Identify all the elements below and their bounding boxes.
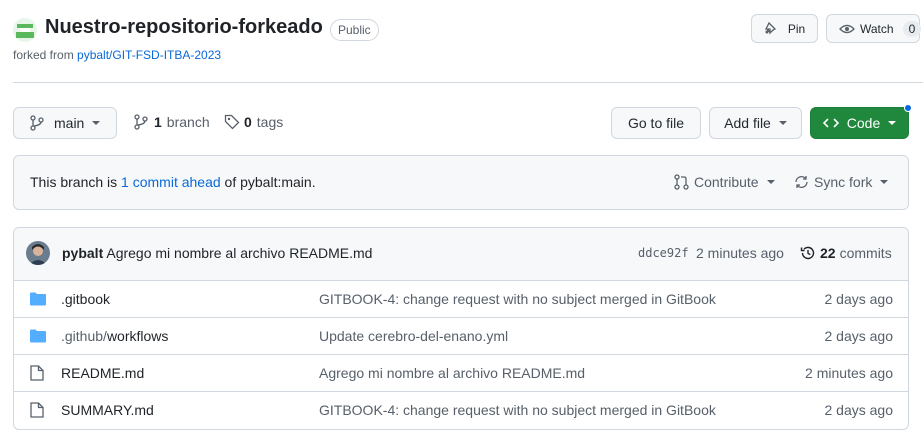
tags-link[interactable]: 0 tags [224, 114, 283, 130]
file-commit-message[interactable]: Update cerebro-del-enano.yml [319, 328, 508, 344]
file-icon [30, 365, 44, 381]
file-name-link[interactable]: .gitbook [61, 291, 110, 307]
pin-icon [764, 21, 780, 37]
eye-icon [839, 21, 855, 37]
forked-from-link[interactable]: pybalt/GIT-FSD-ITBA-2023 [77, 48, 221, 62]
visibility-badge: Public [330, 19, 379, 41]
watch-button[interactable]: Watch 0 [826, 14, 922, 43]
pin-label: Pin [787, 21, 806, 36]
add-file-label: Add file [724, 115, 771, 131]
git-branch-icon [134, 114, 148, 130]
forked-from-line: forked from pybalt/GIT-FSD-ITBA-2023 [13, 48, 221, 62]
file-age: 2 minutes ago [805, 365, 893, 381]
sync-fork-label: Sync fork [814, 174, 873, 190]
pin-button[interactable]: Pin [751, 14, 818, 43]
file-age: 2 days ago [824, 402, 894, 418]
file-commit-message[interactable]: GITBOOK-4: change request with no subjec… [319, 402, 716, 418]
file-row[interactable]: SUMMARY.md GITBOOK-4: change request wit… [13, 391, 909, 428]
chevron-down-icon [880, 180, 889, 184]
file-row[interactable]: .gitbook GITBOOK-4: change request with … [13, 280, 909, 317]
forked-from-label: forked from [13, 48, 74, 62]
file-row[interactable]: README.md Agrego mi nombre al archivo RE… [13, 354, 909, 391]
file-age: 2 days ago [824, 291, 894, 307]
file-name-leaf: workflows [106, 328, 169, 344]
git-pull-request-icon [674, 174, 689, 190]
file-age: 2 days ago [824, 328, 894, 344]
folder-icon [30, 329, 46, 343]
commit-time: 2 minutes ago [696, 245, 784, 261]
fork-status-prefix: This branch is [30, 174, 118, 190]
watch-count: 0 [902, 20, 922, 37]
git-branch-icon [30, 115, 44, 131]
chevron-down-icon [888, 121, 897, 125]
commits-count: 22 [820, 245, 836, 261]
file-name-link[interactable]: README.md [61, 365, 144, 381]
branches-count: 1 [154, 114, 162, 130]
sync-icon [794, 174, 809, 190]
file-commit-message[interactable]: GITBOOK-4: change request with no subjec… [319, 291, 716, 307]
tags-label: tags [256, 114, 284, 130]
go-to-file-button[interactable]: Go to file [611, 107, 701, 139]
repo-title[interactable]: Nuestro-repositorio-forkeado [45, 16, 323, 39]
chevron-down-icon [778, 121, 787, 125]
folder-icon [30, 292, 46, 306]
sync-fork-button[interactable]: Sync fork [794, 174, 889, 190]
fork-status-text: This branch is 1 commit ahead of pybalt:… [30, 174, 316, 190]
header-divider [13, 82, 923, 83]
chevron-down-icon [766, 180, 775, 184]
commits-ahead-link[interactable]: 1 commit ahead [121, 174, 221, 190]
code-button[interactable]: Code [810, 107, 909, 139]
notification-dot [904, 104, 912, 112]
contribute-label: Contribute [694, 174, 759, 190]
avatar[interactable] [26, 241, 50, 265]
branch-name: main [54, 115, 85, 131]
commit-author[interactable]: pybalt [62, 245, 103, 261]
branch-selector[interactable]: main [13, 107, 117, 139]
commit-message[interactable]: Agrego mi nombre al archivo README.md [106, 245, 372, 261]
tag-icon [224, 114, 240, 130]
file-row[interactable]: .github/workflows Update cerebro-del-ena… [13, 317, 909, 354]
history-icon [800, 245, 816, 261]
file-name-link[interactable]: .github/workflows [61, 328, 168, 344]
watch-label: Watch [860, 21, 894, 36]
code-icon [822, 115, 839, 131]
branches-link[interactable]: 1 branch [134, 114, 210, 130]
commits-label: commits [839, 245, 892, 261]
tags-count: 0 [244, 114, 252, 130]
commit-sha[interactable]: ddce92f [638, 246, 689, 260]
branches-label: branch [166, 114, 210, 130]
file-commit-message[interactable]: Agrego mi nombre al archivo README.md [319, 365, 585, 381]
latest-commit-info: pybalt Agrego mi nombre al archivo READM… [62, 245, 372, 261]
commits-link[interactable]: 22 commits [800, 245, 892, 261]
add-file-button[interactable]: Add file [709, 107, 802, 139]
file-name-link[interactable]: SUMMARY.md [61, 402, 154, 418]
repo-avatar-icon [13, 18, 37, 42]
file-icon [30, 402, 44, 418]
contribute-button[interactable]: Contribute [674, 174, 775, 190]
chevron-down-icon [92, 121, 101, 125]
code-label: Code [846, 115, 881, 131]
file-name-prefix: .github/ [61, 328, 107, 344]
fork-status-suffix: of pybalt:main. [224, 174, 316, 190]
